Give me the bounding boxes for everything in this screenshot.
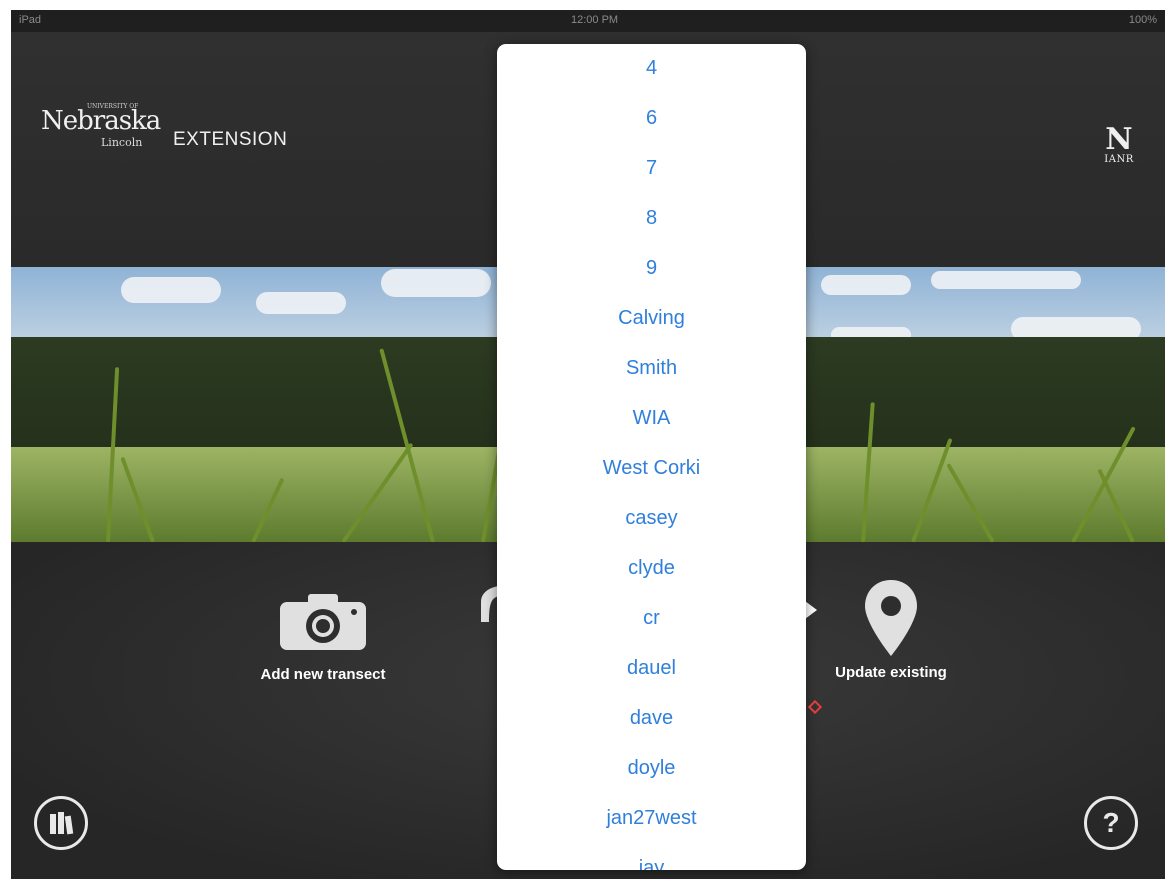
location-pin-icon	[865, 580, 917, 656]
status-battery: 100%	[1128, 14, 1157, 26]
list-item[interactable]: 8	[497, 203, 806, 253]
camera-icon	[280, 594, 366, 650]
list-item[interactable]: Calving	[497, 303, 806, 353]
list-item[interactable]: Smith	[497, 353, 806, 403]
transect-list-popover: 4 6 7 8 9 Calving Smith WIA West Corki c…	[497, 44, 806, 870]
update-existing-label: Update existing	[835, 664, 947, 681]
list-item[interactable]: jay	[497, 853, 806, 870]
add-new-transect-label: Add new transect	[260, 666, 386, 683]
list-item[interactable]: 7	[497, 153, 806, 203]
list-item[interactable]: cr	[497, 603, 806, 653]
transect-list: 4 6 7 8 9 Calving Smith WIA West Corki c…	[497, 53, 806, 870]
list-item[interactable]: doyle	[497, 753, 806, 803]
list-item[interactable]: casey	[497, 503, 806, 553]
list-item[interactable]: jan27west	[497, 803, 806, 853]
logo-extension: EXTENSION	[173, 129, 288, 150]
status-time: 12:00 PM	[571, 14, 619, 26]
update-existing-button[interactable]: Update existing	[801, 578, 981, 681]
nebraska-extension-logo: UNIVERSITY OF Nebraska Lincoln EXTENSION	[41, 103, 288, 150]
partial-icon	[477, 584, 499, 631]
status-bar: iPad 12:00 PM 100%	[11, 10, 1165, 32]
list-item[interactable]: WIA	[497, 403, 806, 453]
list-item[interactable]: clyde	[497, 553, 806, 603]
add-new-transect-button[interactable]: Add new transect	[233, 590, 413, 683]
library-button[interactable]	[34, 796, 88, 850]
list-item[interactable]: West Corki	[497, 453, 806, 503]
list-item[interactable]: 9	[497, 253, 806, 303]
help-icon: ?	[1102, 807, 1120, 838]
list-item[interactable]: 4	[497, 53, 806, 103]
help-button[interactable]: ?	[1084, 796, 1138, 850]
ianr-logo: N IANR	[1104, 122, 1134, 166]
list-item[interactable]: dauel	[497, 653, 806, 703]
library-icon	[50, 812, 74, 835]
list-item[interactable]: dave	[497, 703, 806, 753]
status-device: iPad	[19, 14, 42, 26]
list-item[interactable]: 6	[497, 103, 806, 153]
logo-lincoln: Lincoln	[101, 136, 143, 149]
logo-nebraska: Nebraska	[41, 106, 161, 136]
